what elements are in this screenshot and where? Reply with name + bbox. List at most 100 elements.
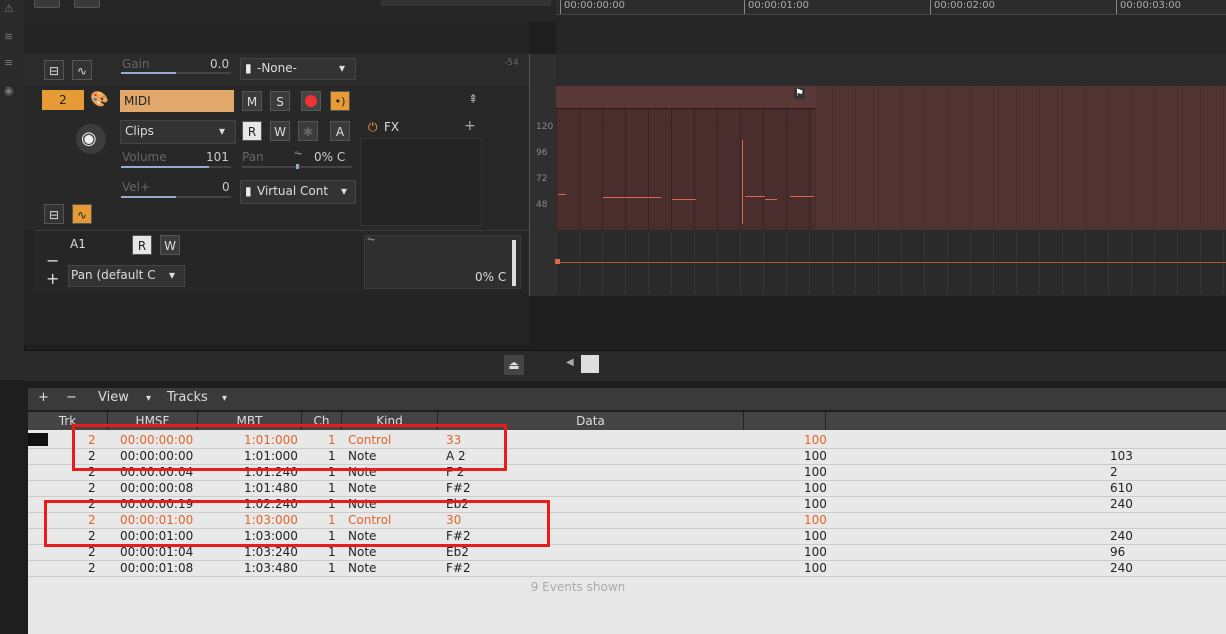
vruler-tick: 96 — [536, 148, 548, 158]
cell-mbt[interactable]: 1:01:480 — [244, 480, 298, 496]
cell-trk[interactable]: 2 — [88, 560, 96, 576]
cell-mbt[interactable]: 1:03:480 — [244, 560, 298, 576]
lane-param-select[interactable]: Pan (default C ▾ — [68, 265, 185, 287]
collapse-icon[interactable]: ⇞ — [468, 92, 478, 106]
cell-ch[interactable]: 1 — [328, 560, 336, 576]
add-fx-icon[interactable]: + — [464, 118, 476, 134]
automation-lane[interactable] — [556, 232, 1226, 294]
midi-output-select[interactable]: ▮ Virtual Cont ▾ — [240, 180, 356, 204]
tool-icon[interactable]: ⚠ — [4, 2, 14, 15]
cell-d1[interactable]: F#2 — [446, 560, 471, 576]
output-select[interactable]: ▮ -None- ▾ — [240, 58, 356, 80]
cell-d2[interactable]: 100 — [804, 528, 827, 544]
cell-d3[interactable]: 2 — [1110, 464, 1118, 480]
cell-kind[interactable]: Note — [348, 560, 376, 576]
midi-note[interactable] — [558, 194, 566, 195]
view-chevron-icon: ▾ — [146, 393, 152, 404]
midi-clip-header[interactable]: ⚑ — [556, 86, 816, 109]
gain-slider-track[interactable] — [121, 72, 231, 74]
volume-value[interactable]: 101 — [206, 150, 229, 164]
freeze-icon[interactable]: ✱ — [298, 121, 318, 141]
remove-event-button[interactable]: − — [66, 390, 77, 405]
input-select[interactable]: Clips ▾ — [120, 120, 236, 144]
lane-read-button[interactable]: R — [132, 235, 152, 255]
solo-button[interactable]: S — [270, 91, 290, 111]
cell-d3[interactable]: 103 — [1110, 448, 1133, 464]
cell-d3[interactable]: 240 — [1110, 496, 1133, 512]
track-name-field[interactable]: MIDI — [120, 90, 234, 112]
cell-d2[interactable]: 100 — [804, 432, 827, 448]
col-data-2[interactable] — [744, 412, 826, 430]
mute-button[interactable]: M — [242, 91, 262, 111]
cell-d1[interactable]: F#2 — [446, 480, 471, 496]
write-button[interactable]: W — [270, 121, 290, 141]
cell-d3[interactable]: 240 — [1110, 560, 1133, 576]
clip-flag-icon[interactable]: ⚑ — [794, 88, 805, 99]
midi-note[interactable] — [603, 197, 661, 198]
track-options-icon[interactable]: ⊟ — [44, 60, 64, 80]
cell-trk[interactable]: 2 — [88, 480, 96, 496]
automation-envelope[interactable] — [556, 262, 1226, 263]
lane-value-box[interactable]: ⏦ 0% C — [364, 234, 521, 289]
cell-d2[interactable]: 100 — [804, 496, 827, 512]
cell-ch[interactable]: 1 — [328, 480, 336, 496]
velocity-slider-track[interactable] — [121, 196, 231, 198]
automation-icon[interactable]: ∿ — [72, 60, 92, 80]
table-row[interactable]: 2 00:00:01:08 1:03:480 1 Note F#2 100 240 — [28, 560, 1226, 577]
midi-note[interactable] — [745, 196, 765, 197]
time-ruler[interactable]: 00:00:00:00 00:00:01:00 00:00:02:00 00:0… — [556, 0, 1226, 15]
gain-value[interactable]: 0.0 — [210, 57, 229, 71]
cell-d2[interactable]: 100 — [804, 480, 827, 496]
pan-value[interactable]: 0% C — [314, 150, 345, 164]
velocity-value[interactable]: 0 — [222, 180, 230, 194]
event-list[interactable]: 2 00:00:00:00 1:01:000 1 Control 33 100 2 00:00:… — [28, 424, 1226, 634]
midi-note-velocity[interactable] — [742, 140, 743, 224]
midi-note[interactable] — [790, 196, 814, 197]
volume-slider-track[interactable] — [121, 166, 231, 168]
fx-bin[interactable] — [360, 138, 482, 226]
cell-d3[interactable]: 96 — [1110, 544, 1125, 560]
add-event-button[interactable]: + — [38, 390, 49, 405]
waveform-icon[interactable]: ≋ — [4, 30, 13, 43]
topbar-field[interactable] — [381, 0, 551, 6]
track-options-icon[interactable]: ⊟ — [44, 204, 64, 224]
tracks-menu[interactable]: Tracks — [167, 390, 208, 405]
horizontal-scroll-thumb[interactable] — [581, 355, 599, 373]
eject-icon[interactable]: ⏏ — [504, 355, 524, 375]
pan-slider-track[interactable] — [242, 164, 352, 169]
list-icon[interactable]: ≡ — [4, 56, 13, 69]
cell-d3[interactable]: 240 — [1110, 528, 1133, 544]
cell-kind[interactable]: Note — [348, 480, 376, 496]
auto-button[interactable]: A — [330, 121, 350, 141]
automation-icon[interactable]: ∿ — [72, 204, 92, 224]
record-arm-button[interactable] — [301, 91, 321, 111]
cell-d2[interactable]: 100 — [804, 544, 827, 560]
record-mode-icon[interactable]: ◉ — [4, 84, 14, 97]
scroll-left-icon[interactable]: ◀ — [566, 357, 574, 368]
midi-note[interactable] — [672, 199, 696, 200]
cell-d2[interactable]: 100 — [804, 560, 827, 576]
view-menu[interactable]: View — [98, 390, 129, 405]
cell-d3[interactable]: 610 — [1110, 480, 1133, 496]
input-echo-icon[interactable]: •) — [330, 91, 350, 111]
table-row[interactable]: 2 00:00:00:08 1:01:480 1 Note F#2 100 610 — [28, 480, 1226, 497]
lane-add-icon[interactable]: + — [46, 269, 59, 288]
lane-write-button[interactable]: W — [160, 235, 180, 255]
topbar-button[interactable] — [34, 0, 60, 8]
cell-d2[interactable]: 100 — [804, 512, 827, 528]
cell-d2[interactable]: 100 — [804, 464, 827, 480]
cell-hmsf[interactable]: 00:00:00:08 — [120, 480, 193, 496]
lane-remove-icon[interactable]: − — [46, 251, 59, 270]
clip-extension[interactable] — [816, 86, 1226, 230]
track-number[interactable]: 2 — [42, 90, 84, 110]
power-icon[interactable]: ⏻ — [368, 120, 378, 135]
cell-d2[interactable]: 100 — [804, 448, 827, 464]
read-button[interactable]: R — [242, 121, 262, 141]
lane-value-meter[interactable] — [512, 240, 516, 286]
cell-hmsf[interactable]: 00:00:01:08 — [120, 560, 193, 576]
chevron-down-icon: ▾ — [341, 184, 348, 198]
topbar-button[interactable] — [74, 0, 100, 8]
midi-note[interactable] — [765, 199, 777, 200]
marker-area[interactable] — [556, 15, 1226, 54]
automation-node[interactable] — [555, 259, 560, 264]
